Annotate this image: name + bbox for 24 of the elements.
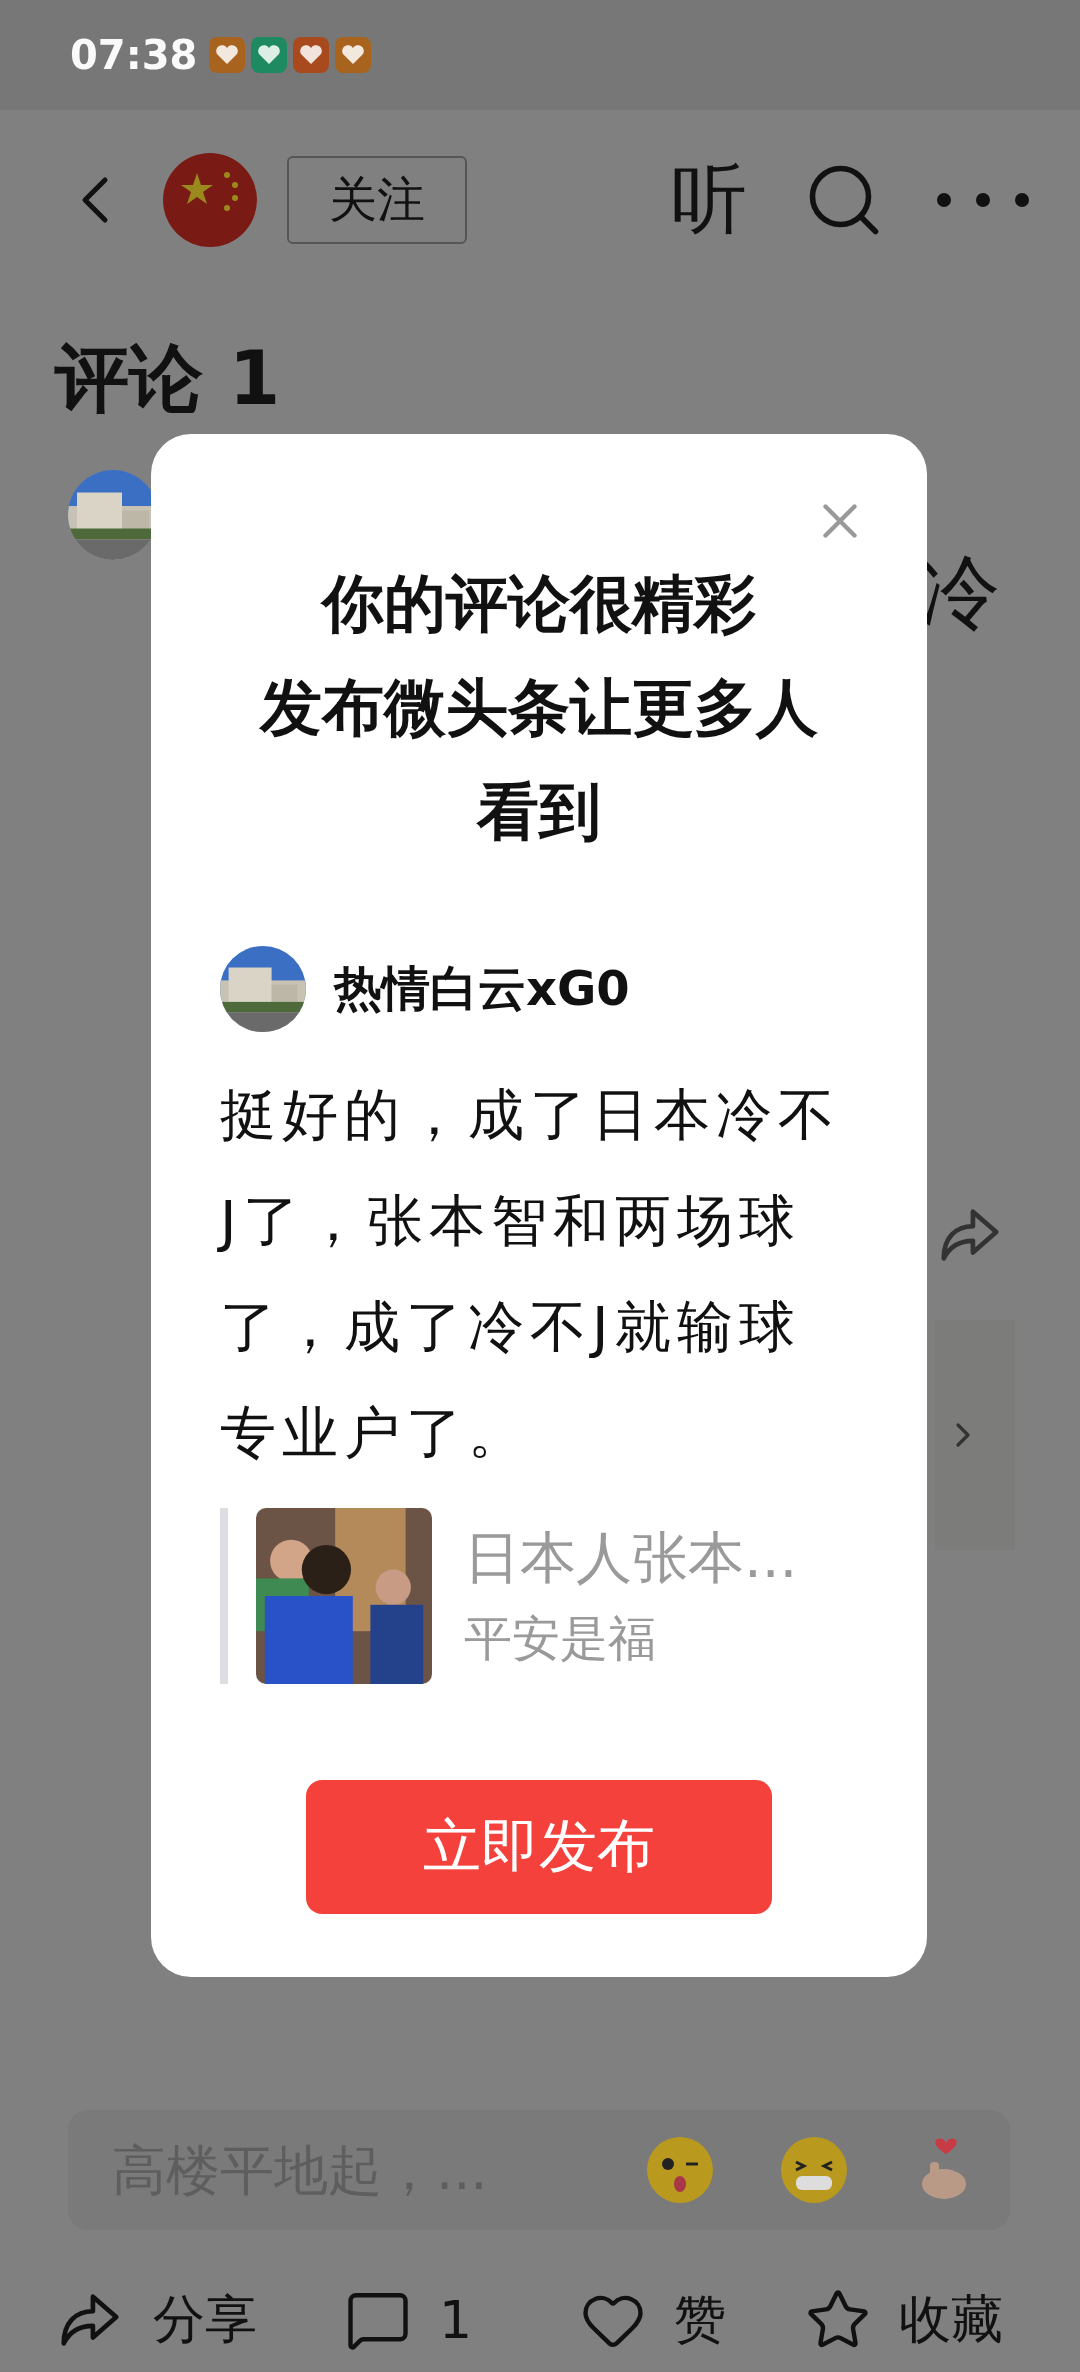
comments-title: 评论 1 bbox=[55, 334, 282, 420]
comment-text: 冷 bbox=[920, 545, 1000, 641]
app-icon bbox=[335, 37, 372, 73]
grinning-emoji bbox=[780, 2136, 848, 2204]
user-name: 热情白云xG0 bbox=[334, 959, 630, 1018]
app-icon bbox=[293, 37, 330, 73]
app-icon bbox=[251, 37, 288, 73]
publish-button[interactable]: 立即发布 bbox=[306, 1780, 772, 1914]
favorite-action[interactable]: 收藏 bbox=[805, 2285, 1055, 2355]
like-action[interactable]: 赞 bbox=[580, 2285, 805, 2355]
share-action[interactable]: 分享 bbox=[55, 2285, 345, 2355]
follow-button[interactable]: 关注 bbox=[287, 156, 467, 244]
quoted-author: 平安是福 bbox=[464, 1609, 657, 1668]
app-icon bbox=[209, 37, 246, 73]
more-icon bbox=[936, 192, 1030, 208]
listen-button[interactable]: 听 bbox=[671, 148, 747, 252]
status-time: 07:38 bbox=[70, 32, 198, 78]
comment-action[interactable]: 1 bbox=[345, 2287, 580, 2353]
quoted-title[interactable]: 日本人张本... bbox=[464, 1521, 798, 1597]
dialog-title: 发布微头条让更多人 bbox=[258, 670, 819, 746]
more-button[interactable] bbox=[936, 192, 1030, 208]
winking-emoji bbox=[646, 2136, 714, 2204]
dialog-title: 你的评论很精彩 bbox=[319, 566, 757, 642]
dialog-title: 看到 bbox=[475, 774, 602, 850]
